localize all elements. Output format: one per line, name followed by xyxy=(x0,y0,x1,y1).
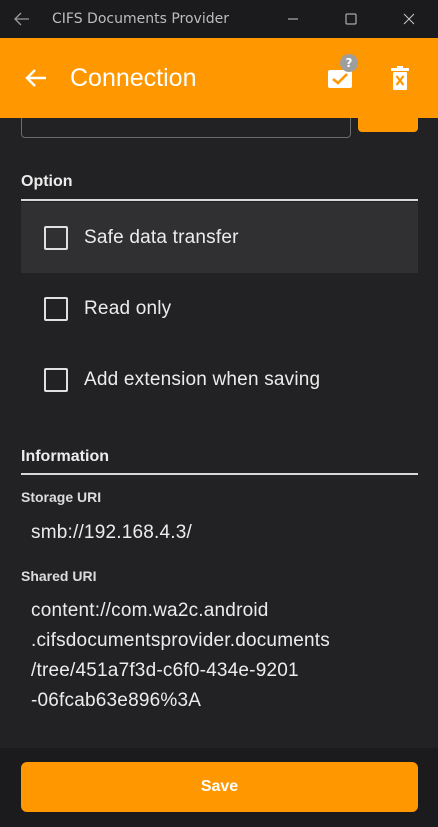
partial-text-field[interactable] xyxy=(21,118,351,138)
partial-action-button[interactable] xyxy=(358,118,418,132)
information-section-title: Information xyxy=(21,448,109,465)
maximize-button[interactable] xyxy=(322,0,380,38)
close-window-button[interactable] xyxy=(380,0,438,38)
storage-uri-label: Storage URI xyxy=(21,489,102,505)
read-only-checkbox[interactable] xyxy=(44,296,68,321)
arrow-left-icon xyxy=(14,12,29,26)
back-button[interactable] xyxy=(0,38,72,118)
window-back-button[interactable] xyxy=(0,0,44,38)
bottom-bar: Save xyxy=(0,748,438,827)
delete-icon xyxy=(391,66,409,90)
page-title: Connection xyxy=(70,63,197,92)
option-safe-data-transfer[interactable]: Safe data transfer xyxy=(21,202,418,273)
safe-data-transfer-checkbox[interactable] xyxy=(44,225,68,250)
shared-uri-label: Shared URI xyxy=(21,568,97,584)
status-badge: ? xyxy=(340,54,358,72)
option-section-title: Option xyxy=(21,173,73,190)
delete-button[interactable] xyxy=(370,38,430,118)
option-read-only[interactable]: Read only xyxy=(21,273,418,344)
arrow-back-icon xyxy=(25,69,46,87)
option-add-extension[interactable]: Add extension when saving xyxy=(21,344,418,415)
app-bar: Connection ? xyxy=(0,38,438,118)
check-connection-button[interactable]: ? xyxy=(310,38,370,118)
minimize-icon xyxy=(288,18,298,20)
settings-content[interactable]: Option Safe data transfer Read only Add … xyxy=(0,118,438,748)
save-button[interactable]: Save xyxy=(21,762,418,812)
information-divider xyxy=(21,473,418,475)
checkbox-label: Add extension when saving xyxy=(84,368,321,390)
maximize-icon xyxy=(345,13,357,25)
app-window: CIFS Documents Provider Connection ? Opt… xyxy=(0,0,438,827)
option-divider xyxy=(21,199,418,201)
shared-uri-value: content://com.wa2c.android .cifsdocument… xyxy=(31,600,330,711)
add-extension-checkbox[interactable] xyxy=(44,367,68,392)
checkbox-label: Read only xyxy=(84,297,172,319)
window-titlebar: CIFS Documents Provider xyxy=(0,0,438,38)
storage-uri-value: smb://192.168.4.3/ xyxy=(31,522,192,543)
minimize-button[interactable] xyxy=(264,0,322,38)
checkbox-label: Safe data transfer xyxy=(84,226,239,248)
close-icon xyxy=(403,13,415,25)
window-title: CIFS Documents Provider xyxy=(52,11,229,27)
